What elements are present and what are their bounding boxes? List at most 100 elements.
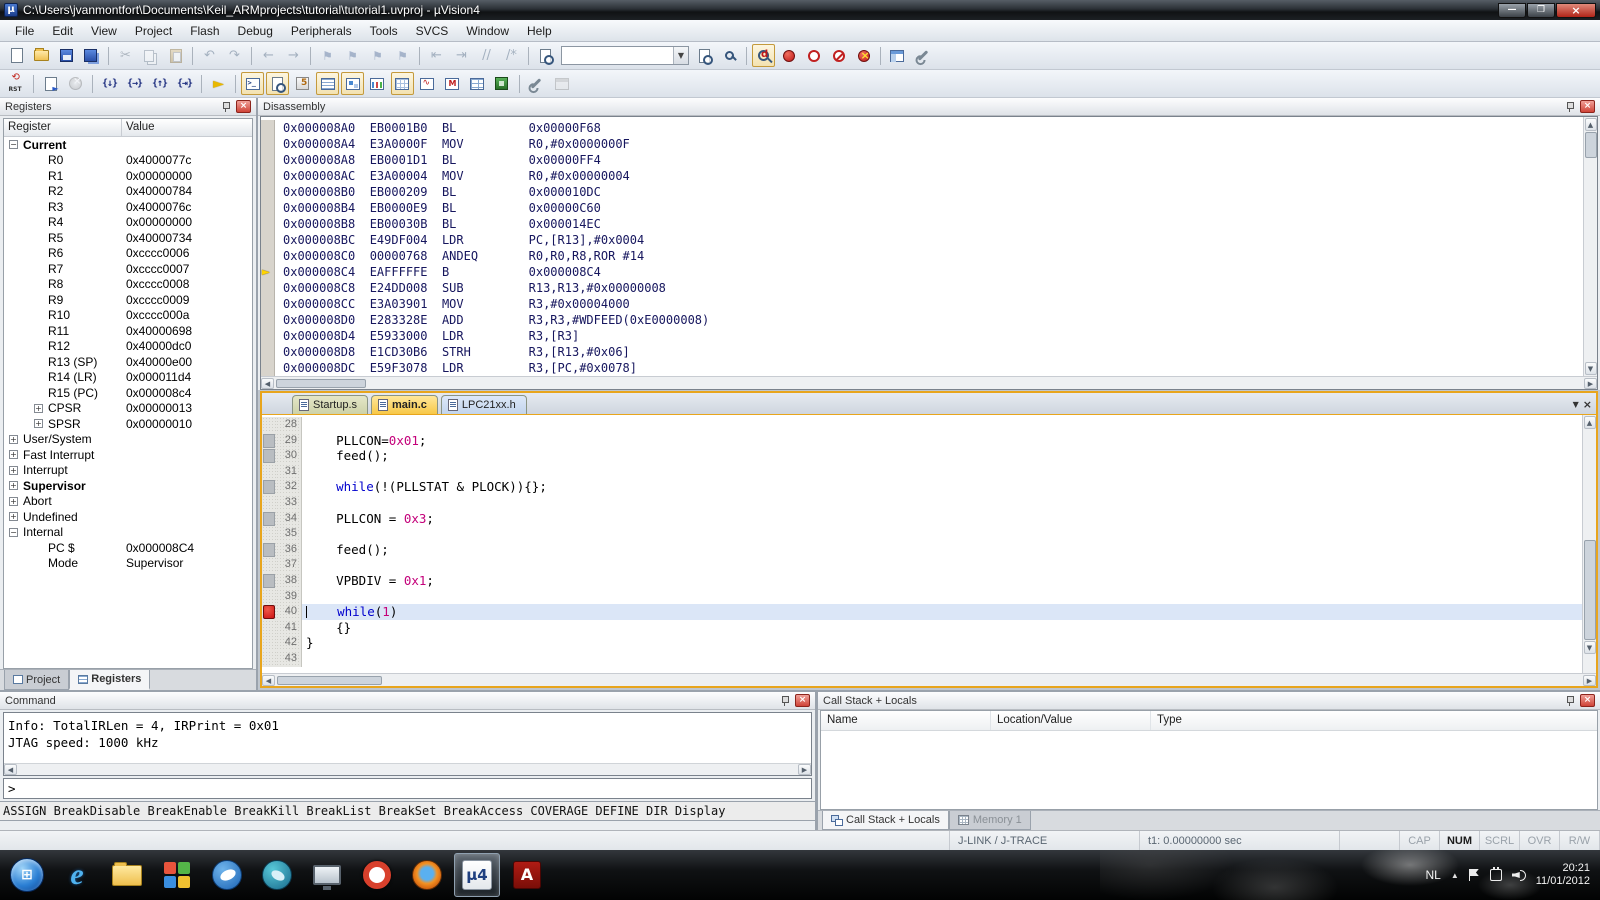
redo-button[interactable]: ↷: [223, 44, 246, 67]
registers-pin-icon[interactable]: [219, 100, 233, 113]
scroll-right-icon[interactable]: ▶: [1584, 377, 1597, 389]
disassembly-line[interactable]: 0x000008B4 EB0000E9 BL 0x00000C60: [261, 200, 1583, 216]
tree-expand-icon[interactable]: +: [34, 419, 43, 429]
restore-views-button[interactable]: [550, 72, 573, 95]
callstack-close-icon[interactable]: [1580, 694, 1595, 707]
tree-expand-icon[interactable]: +: [34, 403, 43, 413]
disassembly-line[interactable]: 0x000008DC E59F3078 LDR R3,[PC,#0x0078]: [261, 360, 1583, 376]
cut-button[interactable]: [114, 44, 137, 67]
value-column-header[interactable]: Value: [122, 119, 159, 136]
opera-icon[interactable]: [354, 853, 400, 897]
scrollbar-thumb[interactable]: [276, 378, 366, 388]
close-tab-icon[interactable]: [1583, 398, 1592, 411]
start-button[interactable]: [4, 853, 50, 897]
register-row[interactable]: R6 0xcccc0006: [4, 246, 252, 262]
maximize-button[interactable]: [1527, 2, 1555, 18]
scroll-up-icon[interactable]: ▲: [1583, 416, 1596, 429]
scroll-left-icon[interactable]: ◀: [262, 674, 275, 686]
firefox-icon[interactable]: [404, 853, 450, 897]
code-line[interactable]: 31: [262, 463, 1582, 480]
step-out-button[interactable]: {↑}: [148, 72, 171, 95]
disassembly-line[interactable]: 0x000008A0 EB0001B0 BL 0x00000F68: [261, 120, 1583, 136]
name-column-header[interactable]: Name: [821, 711, 991, 730]
menu-view[interactable]: View: [82, 22, 126, 40]
scroll-right-icon[interactable]: ▶: [1583, 674, 1596, 686]
menu-file[interactable]: File: [6, 22, 43, 40]
step-button[interactable]: {↓}: [98, 72, 121, 95]
scrollbar-thumb[interactable]: [1583, 540, 1596, 640]
register-row[interactable]: + User/System: [4, 432, 252, 448]
tree-collapse-icon[interactable]: −: [9, 140, 18, 150]
volume-icon[interactable]: [1512, 869, 1526, 881]
tree-expand-icon[interactable]: +: [9, 434, 18, 444]
views-layout-button[interactable]: [886, 44, 909, 67]
register-row[interactable]: R0 0x4000077c: [4, 153, 252, 169]
windows-explorer-icon[interactable]: [104, 853, 150, 897]
tree-collapse-icon[interactable]: −: [9, 527, 18, 537]
disassembly-vertical-scrollbar[interactable]: ▲ ▼: [1583, 117, 1597, 376]
save-button[interactable]: [55, 44, 78, 67]
menu-peripherals[interactable]: Peripherals: [282, 22, 361, 40]
callstack-window-button[interactable]: [341, 72, 364, 95]
copy-button[interactable]: [139, 44, 162, 67]
search-combobox[interactable]: [561, 46, 689, 65]
tab-project[interactable]: Project: [4, 670, 70, 690]
code-line[interactable]: 40 while(1): [262, 604, 1582, 620]
scrollbar-thumb[interactable]: [1584, 132, 1597, 158]
command-input[interactable]: >: [3, 778, 812, 799]
code-line[interactable]: 33: [262, 494, 1582, 511]
location-value-column-header[interactable]: Location/Value: [991, 711, 1151, 730]
register-row[interactable]: R13 (SP) 0x40000e00: [4, 354, 252, 370]
adobe-reader-icon[interactable]: A: [504, 853, 550, 897]
disassembly-line[interactable]: 0x000008D4 E5933000 LDR R3,[R3]: [261, 328, 1583, 344]
tab-list-dropdown-icon[interactable]: [1573, 400, 1579, 409]
open-file-button[interactable]: [30, 44, 53, 67]
scroll-up-icon[interactable]: ▲: [1584, 118, 1597, 131]
register-row[interactable]: R4 0x00000000: [4, 215, 252, 231]
tab-call-stack---locals[interactable]: Call Stack + Locals: [822, 811, 949, 830]
register-column-header[interactable]: Register: [4, 119, 122, 136]
code-line[interactable]: 28: [262, 417, 1582, 433]
code-line[interactable]: 34 PLLCON = 0x3;: [262, 510, 1582, 527]
register-row[interactable]: R14 (LR) 0x000011d4: [4, 370, 252, 386]
step-over-button[interactable]: {→}: [123, 72, 146, 95]
code-line[interactable]: 30 feed();: [262, 448, 1582, 464]
serial-window-button[interactable]: [416, 72, 439, 95]
code-area[interactable]: 28 29 PLLCON=0x01; 30 feed(); 31 32 while(!(…: [262, 415, 1582, 673]
code-line[interactable]: 38 VPBDIV = 0x1;: [262, 572, 1582, 589]
command-window-button[interactable]: [241, 72, 264, 95]
disassembly-pin-icon[interactable]: [1563, 100, 1577, 113]
analysis-window-button[interactable]: [441, 72, 464, 95]
register-row[interactable]: + Undefined: [4, 509, 252, 525]
register-row[interactable]: R9 0xcccc0009: [4, 292, 252, 308]
editor-horizontal-scrollbar[interactable]: ◀ ▶: [262, 673, 1596, 686]
command-pin-icon[interactable]: [778, 694, 792, 707]
register-row[interactable]: R12 0x40000dc0: [4, 339, 252, 355]
bookmark-toggle-button[interactable]: [316, 44, 339, 67]
watch-window-button[interactable]: [366, 72, 389, 95]
code-line[interactable]: 36 feed();: [262, 541, 1582, 558]
start-stop-debug-button[interactable]: [752, 44, 775, 67]
scroll-down-icon[interactable]: ▼: [1583, 641, 1596, 654]
disassembly-close-icon[interactable]: [1580, 100, 1595, 113]
disassembly-line[interactable]: 0x000008A4 E3A0000F MOV R0,#0x0000000F: [261, 136, 1583, 152]
run-button[interactable]: [39, 72, 62, 95]
uvision-taskbar-icon[interactable]: µ4: [454, 853, 500, 897]
disassembly-line[interactable]: 0x000008A8 EB0001D1 BL 0x00000FF4: [261, 152, 1583, 168]
undo-button[interactable]: ↶: [198, 44, 221, 67]
register-row[interactable]: R15 (PC) 0x000008c4: [4, 385, 252, 401]
menu-project[interactable]: Project: [126, 22, 181, 40]
system-viewer-button[interactable]: [491, 72, 514, 95]
navigate-forward-button[interactable]: →: [282, 44, 305, 67]
tree-expand-icon[interactable]: +: [9, 512, 18, 522]
register-row[interactable]: + Interrupt: [4, 463, 252, 479]
register-row[interactable]: − Current: [4, 137, 252, 153]
disassembly-line[interactable]: 0x000008CC E3A03901 MOV R3,#0x00004000: [261, 296, 1583, 312]
new-file-button[interactable]: [5, 44, 28, 67]
toolbox-button[interactable]: [525, 72, 548, 95]
register-row[interactable]: R8 0xcccc0008: [4, 277, 252, 293]
combobox-dropdown-icon[interactable]: [673, 47, 688, 64]
disable-all-breakpoints-button[interactable]: [827, 44, 850, 67]
breakpoint-marker[interactable]: [262, 604, 276, 620]
tray-expand-icon[interactable]: [1451, 871, 1459, 880]
